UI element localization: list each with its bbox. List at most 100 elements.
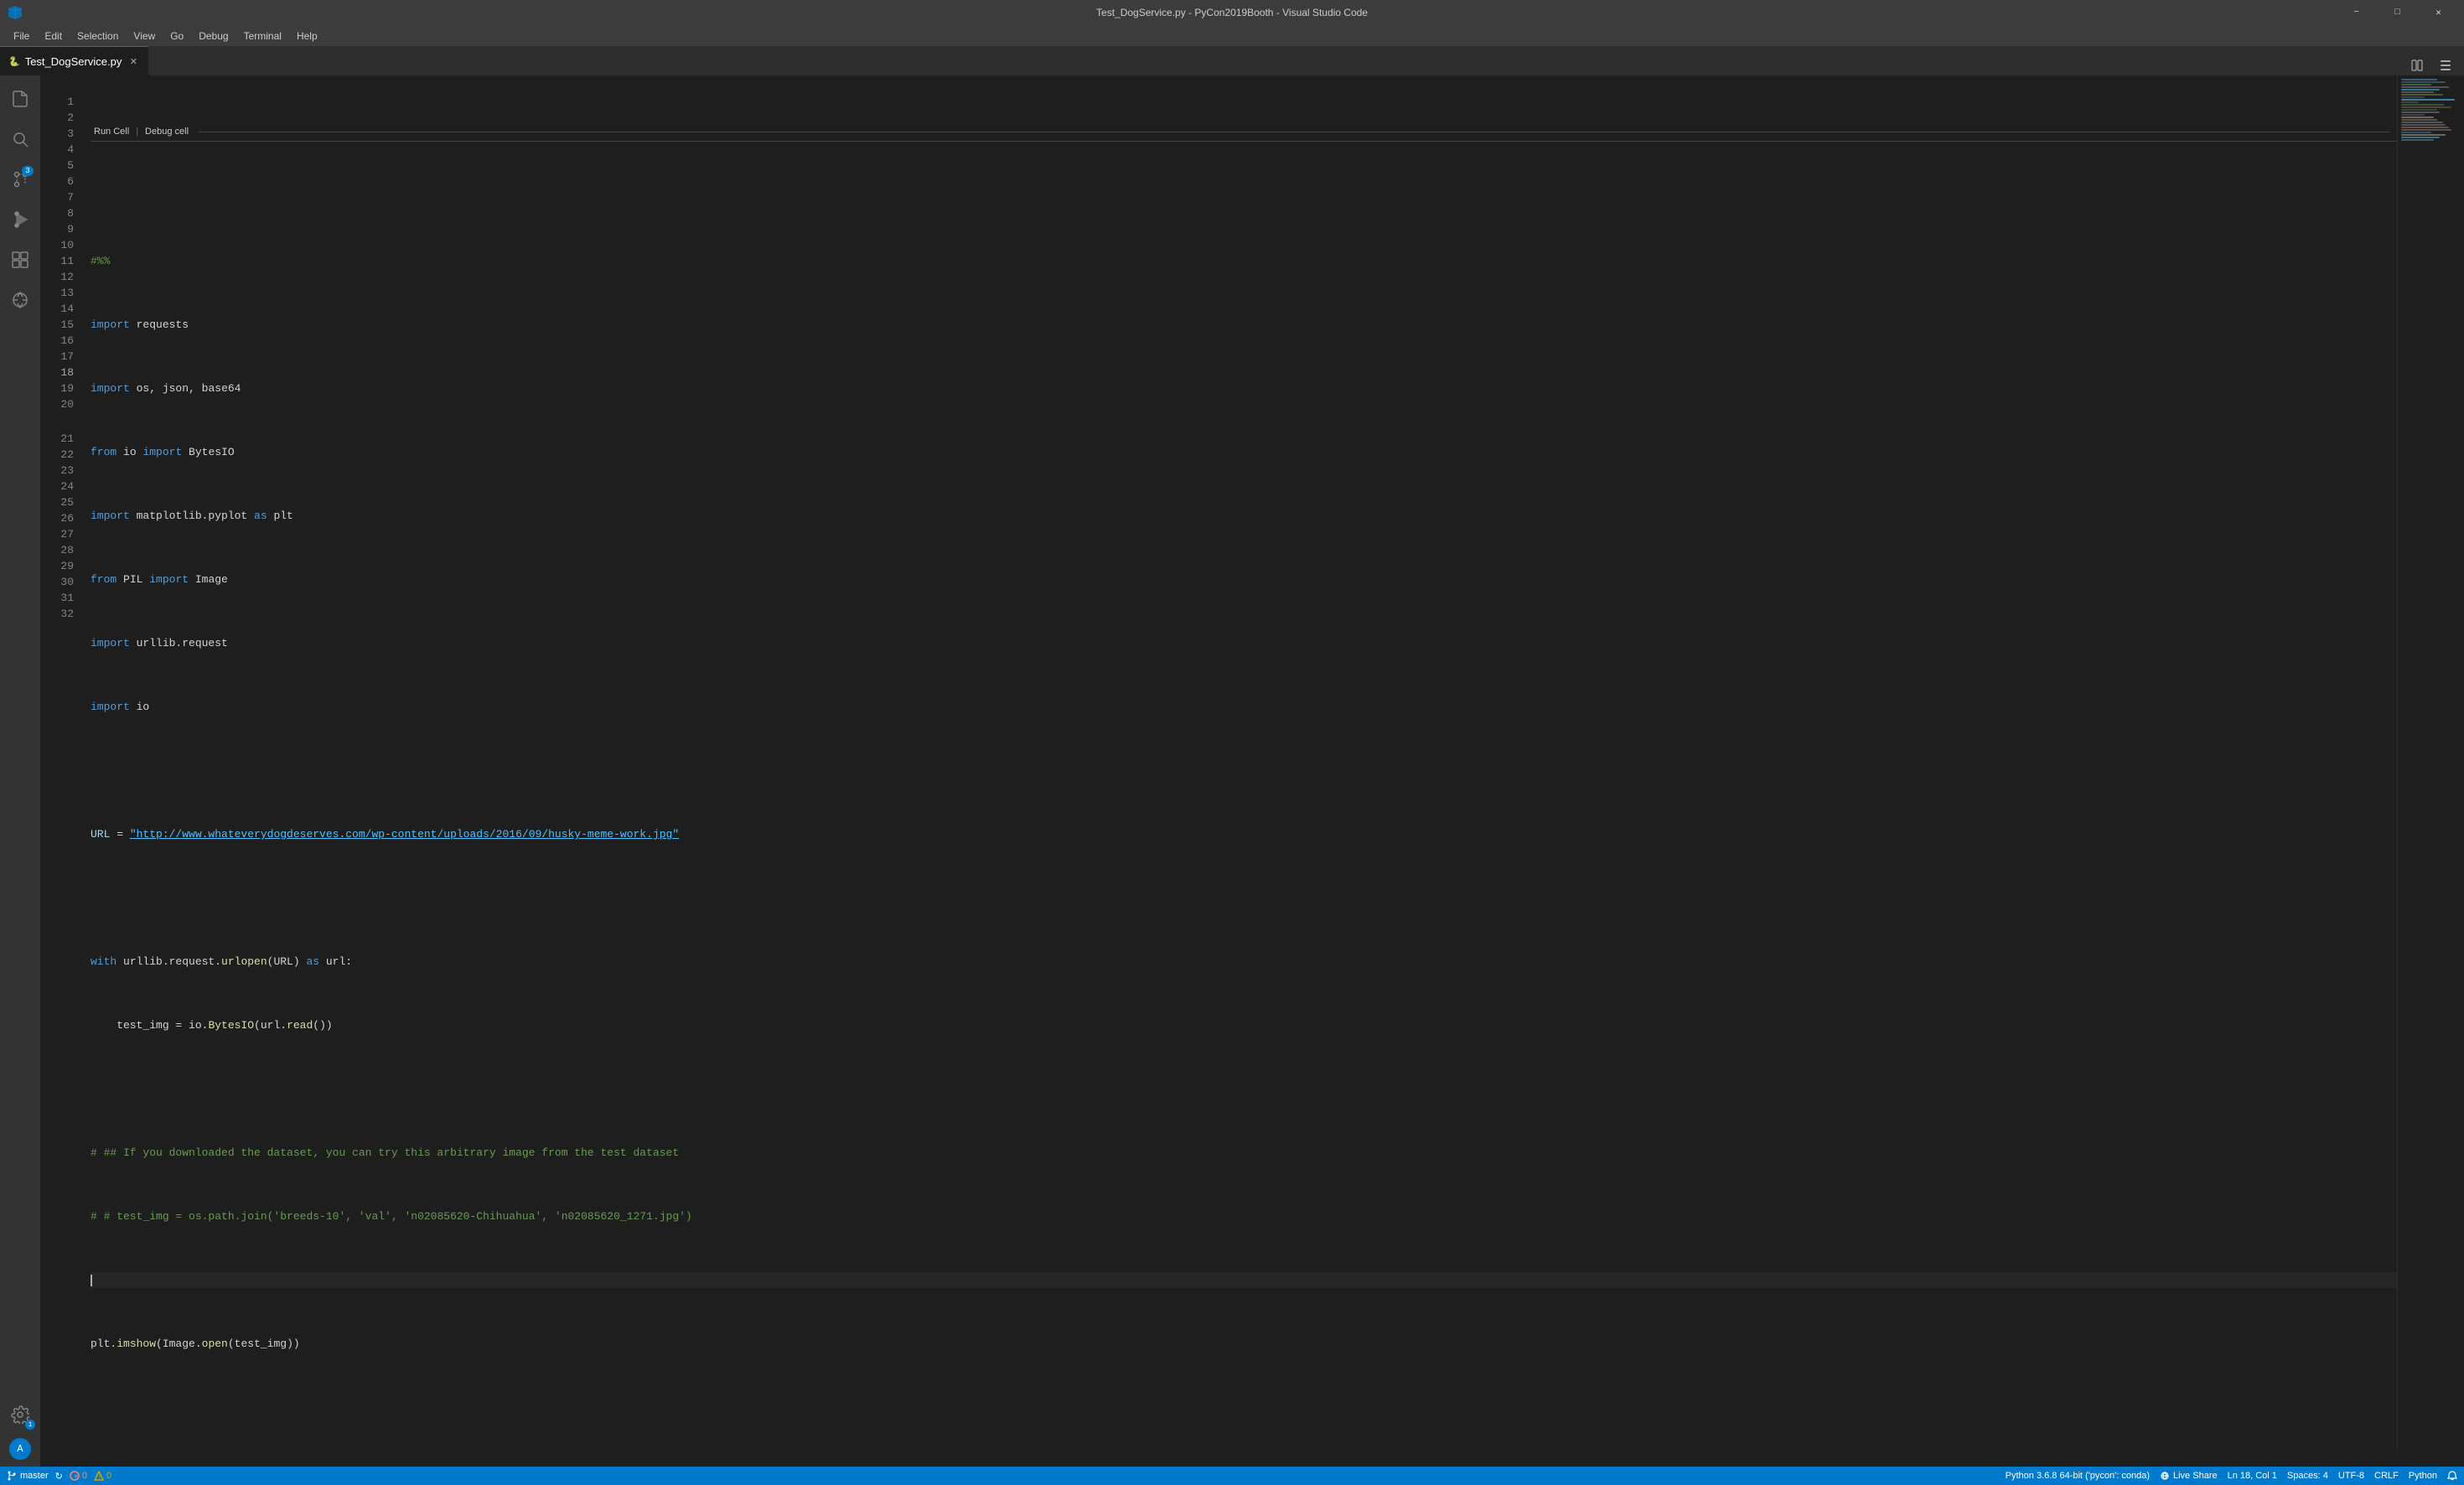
- code-line-5: from io import BytesIO: [91, 444, 2397, 460]
- python-version-label: Python 3.6.8 64-bit ('pycon': conda): [2006, 1471, 2150, 1481]
- code-line-7: from PIL import Image: [91, 572, 2397, 587]
- line-num-10: 10: [57, 237, 74, 253]
- menu-view[interactable]: View: [127, 28, 162, 44]
- encoding[interactable]: UTF-8: [2338, 1471, 2364, 1481]
- line-numbers: 1 2 3 4 5 6 7 8 9 10 11 12 13 14 15 16 1…: [40, 75, 82, 1450]
- line-num-11: 11: [57, 253, 74, 269]
- errors-indicator[interactable]: ✕ 0: [70, 1471, 87, 1481]
- activity-bottom: 1 A: [3, 1398, 37, 1467]
- code-line-6: import matplotlib.pyplot as plt: [91, 508, 2397, 524]
- maximize-button[interactable]: □: [2379, 0, 2416, 25]
- menu-terminal[interactable]: Terminal: [237, 28, 288, 44]
- position-label: Ln 18, Col 1: [2228, 1471, 2277, 1481]
- line-num-26: 26: [57, 510, 74, 526]
- tab-actions: [2405, 55, 2464, 75]
- minimize-button[interactable]: −: [2337, 0, 2375, 25]
- activity-settings[interactable]: 1: [3, 1398, 37, 1431]
- tab-close-button[interactable]: ✕: [127, 54, 140, 68]
- line-num-25: 25: [57, 494, 74, 510]
- live-share-label: Live Share: [2173, 1471, 2218, 1481]
- line-num-16: 16: [57, 333, 74, 349]
- line-num-23: 23: [57, 463, 74, 479]
- split-editor-button[interactable]: [2405, 55, 2429, 75]
- activity-live-share[interactable]: [3, 283, 37, 317]
- code-line-9: import io: [91, 699, 2397, 715]
- sync-icon: ↻: [55, 1471, 63, 1482]
- git-branch[interactable]: master: [7, 1471, 49, 1481]
- line-num-17: 17: [57, 349, 74, 365]
- minimap-content: [2398, 75, 2464, 145]
- run-cell-link-1[interactable]: Run Cell: [94, 124, 129, 140]
- line-num-3: 3: [57, 126, 74, 142]
- window-controls: − □ ✕: [2337, 0, 2457, 25]
- live-share-button[interactable]: Live Share: [2160, 1471, 2218, 1481]
- line-num-12: 12: [57, 269, 74, 285]
- code-line-8: import urllib.request: [91, 635, 2397, 651]
- menu-file[interactable]: File: [7, 28, 36, 44]
- line-num-32: 32: [57, 606, 74, 622]
- menu-go[interactable]: Go: [163, 28, 190, 44]
- activity-explorer[interactable]: [3, 82, 37, 116]
- tab-icon: 🐍: [8, 56, 20, 67]
- language-label: Python: [2409, 1471, 2437, 1481]
- code-line-12: [91, 890, 2397, 906]
- branch-name: master: [20, 1471, 49, 1481]
- editor-area: 1 2 3 4 5 6 7 8 9 10 11 12 13 14 15 16 1…: [40, 75, 2464, 1467]
- window-title: Test_DogService.py - PyCon2019Booth - Vi…: [1096, 7, 1368, 18]
- minimap: [2397, 75, 2464, 1450]
- code-line-14: test_img = io.BytesIO(url.read()): [91, 1017, 2397, 1033]
- cursor-position[interactable]: Ln 18, Col 1: [2228, 1471, 2277, 1481]
- status-bar: master ↻ ✕ 0 ! 0 Python 3.6.8 64-bit ('p…: [0, 1467, 2464, 1485]
- activity-search[interactable]: [3, 122, 37, 156]
- close-button[interactable]: ✕: [2420, 0, 2457, 25]
- menu-edit[interactable]: Edit: [38, 28, 69, 44]
- notifications[interactable]: [2447, 1471, 2457, 1481]
- line-ending-label: CRLF: [2374, 1471, 2399, 1481]
- sync-button[interactable]: ↻: [55, 1471, 63, 1482]
- menu-bar: File Edit Selection View Go Debug Termin…: [0, 25, 2464, 46]
- line-num-14: 14: [57, 301, 74, 317]
- user-avatar[interactable]: A: [9, 1438, 31, 1460]
- status-right: Python 3.6.8 64-bit ('pycon': conda) Liv…: [2006, 1471, 2457, 1481]
- line-num-13: 13: [57, 285, 74, 301]
- python-env[interactable]: Python 3.6.8 64-bit ('pycon': conda): [2006, 1471, 2150, 1481]
- warnings-indicator[interactable]: ! 0: [94, 1471, 111, 1481]
- encoding-label: UTF-8: [2338, 1471, 2364, 1481]
- line-num-7: 7: [57, 189, 74, 205]
- menu-help[interactable]: Help: [290, 28, 324, 44]
- code-line-17: # # test_img = os.path.join('breeds-10',…: [91, 1208, 2397, 1224]
- line-num-9: 9: [57, 221, 74, 237]
- code-editor[interactable]: 1 2 3 4 5 6 7 8 9 10 11 12 13 14 15 16 1…: [40, 75, 2464, 1467]
- code-line-1: [91, 189, 2397, 205]
- line-num-27: 27: [57, 526, 74, 542]
- line-num-28: 28: [57, 542, 74, 558]
- source-control-badge: 3: [22, 166, 34, 176]
- activity-extensions[interactable]: [3, 243, 37, 277]
- warning-count: 0: [106, 1471, 111, 1481]
- language-mode[interactable]: Python: [2409, 1471, 2437, 1481]
- indentation[interactable]: Spaces: 4: [2287, 1471, 2328, 1481]
- title-bar: Test_DogService.py - PyCon2019Booth - Vi…: [0, 0, 2464, 25]
- more-actions-button[interactable]: [2434, 55, 2457, 75]
- menu-selection[interactable]: Selection: [70, 28, 125, 44]
- activity-source-control[interactable]: 3: [3, 163, 37, 196]
- code-line-3: import requests: [91, 317, 2397, 333]
- code-line-4: import os, json, base64: [91, 380, 2397, 396]
- line-ending[interactable]: CRLF: [2374, 1471, 2399, 1481]
- tab-test-dogservice[interactable]: 🐍 Test_DogService.py ✕: [0, 46, 148, 75]
- settings-badge: 1: [25, 1420, 35, 1430]
- line-num-18: 18: [57, 365, 74, 380]
- activity-run-debug[interactable]: [3, 203, 37, 236]
- title-bar-left: [7, 4, 23, 21]
- spaces-label: Spaces: 4: [2287, 1471, 2328, 1481]
- code-line-11: URL = "http://www.whateverydogdeserves.c…: [91, 826, 2397, 842]
- line-num-4: 4: [57, 142, 74, 158]
- line-num-24: 24: [57, 479, 74, 494]
- line-num-31: 31: [57, 590, 74, 606]
- tab-label: Test_DogService.py: [25, 55, 122, 68]
- menu-debug[interactable]: Debug: [192, 28, 235, 44]
- debug-cell-link-1[interactable]: Debug cell: [145, 124, 189, 140]
- code-line-18: [91, 1272, 2397, 1288]
- code-line-10: [91, 763, 2397, 779]
- svg-text:✕: ✕: [74, 1474, 79, 1480]
